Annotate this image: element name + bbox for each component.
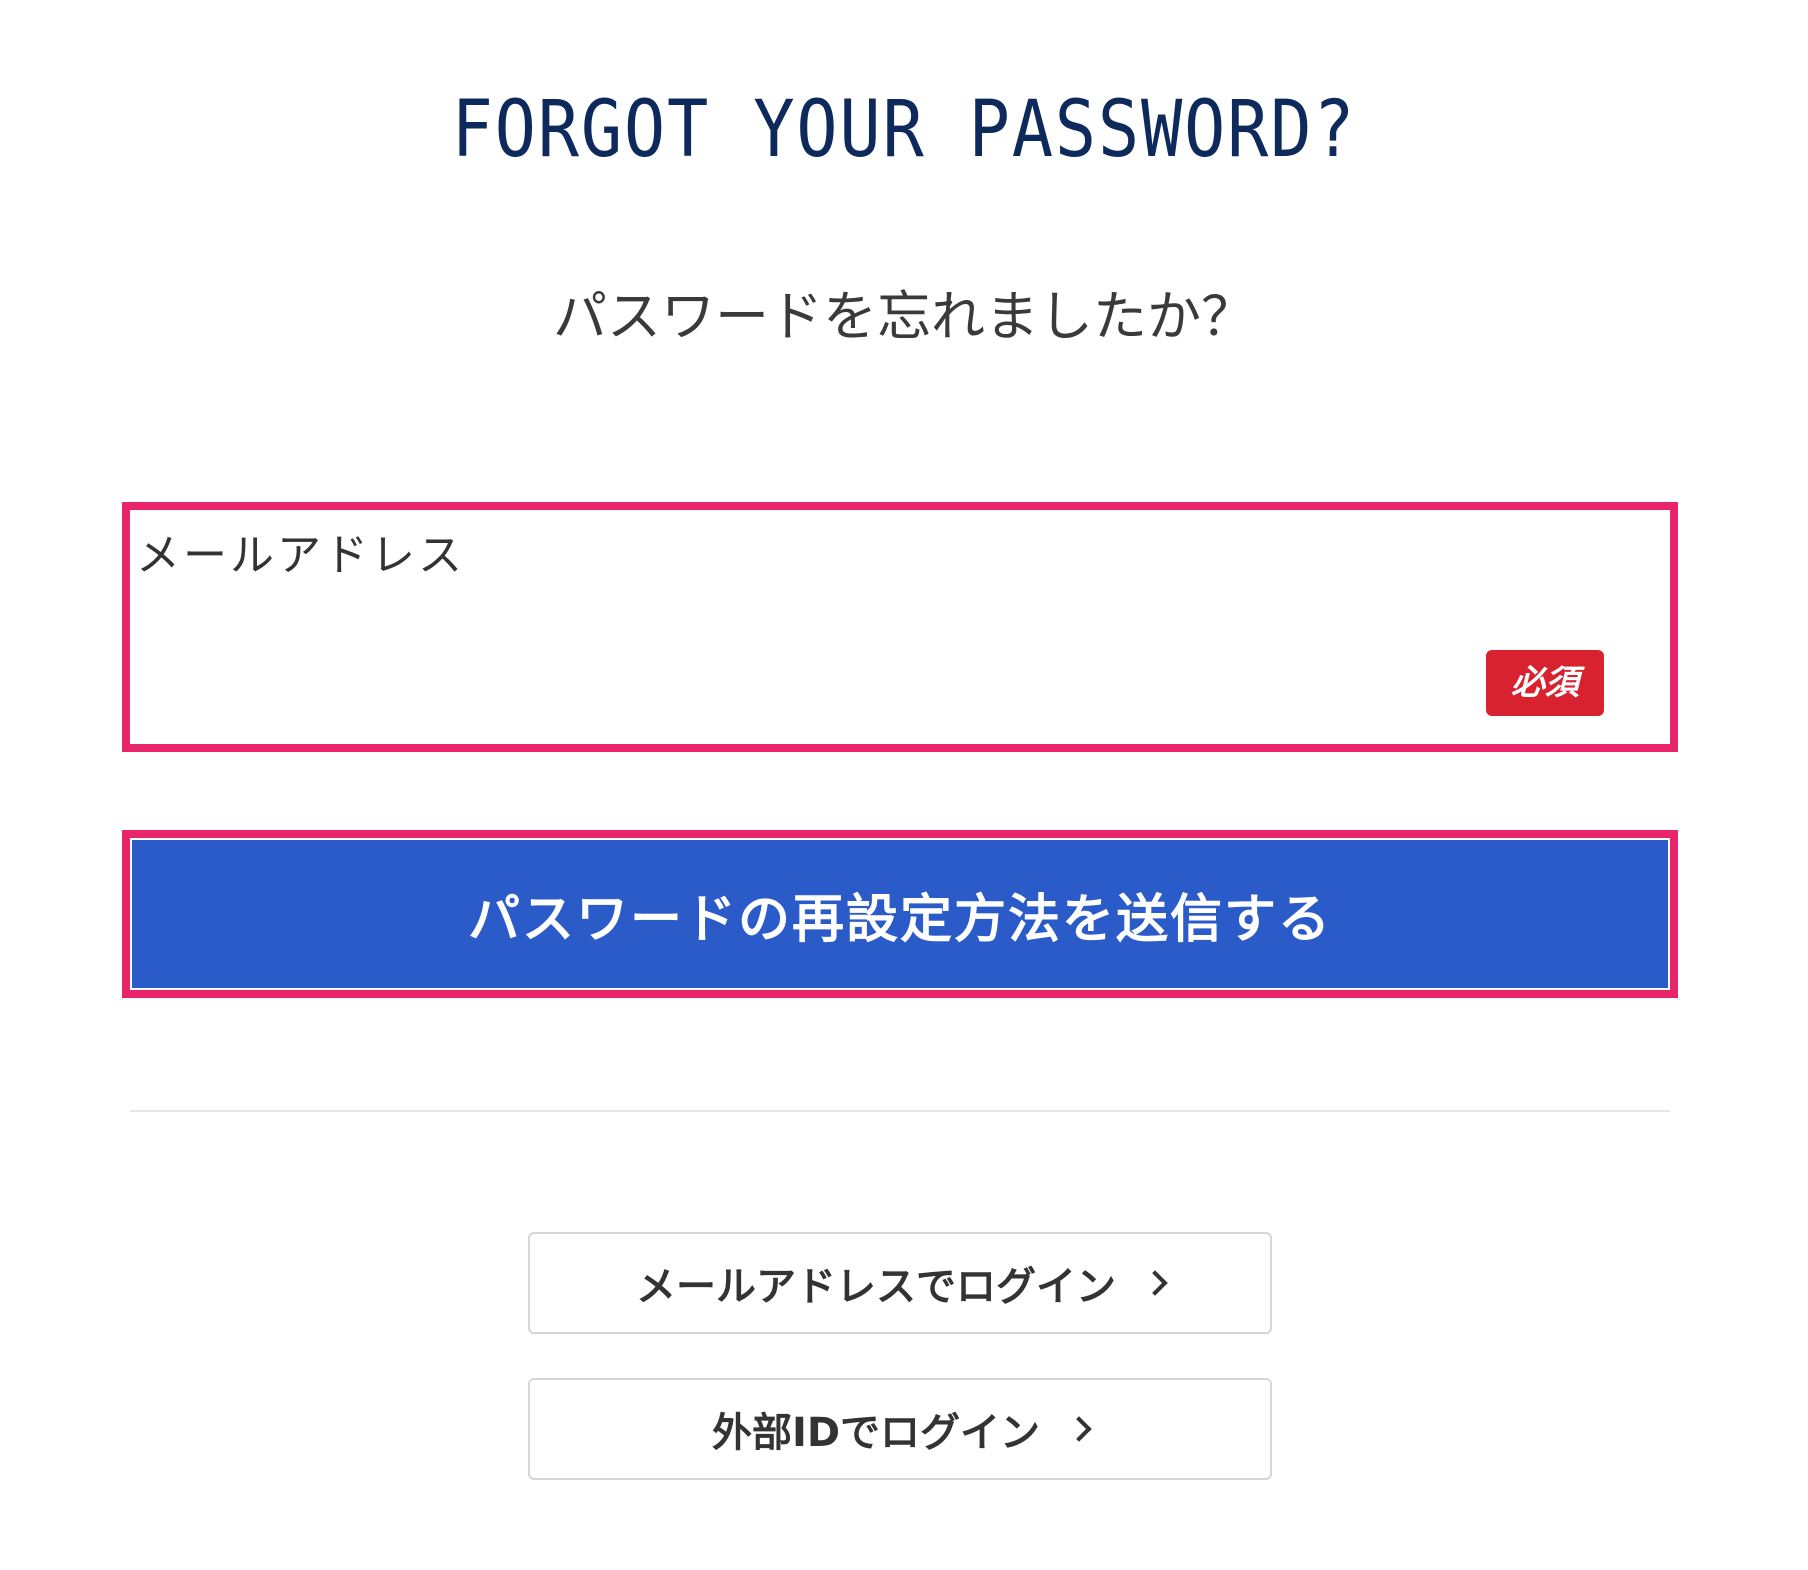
external-id-login-button[interactable]: 外部IDでログイン (528, 1378, 1272, 1480)
chevron-right-icon (1142, 1270, 1168, 1296)
page-title-en: FORGOT YOUR PASSWORD? (451, 85, 1357, 175)
forgot-password-page: FORGOT YOUR PASSWORD? パスワードを忘れましたか？ メールア… (0, 0, 1808, 1570)
send-reset-button[interactable]: パスワードの再設定方法を送信する (132, 840, 1668, 988)
email-input[interactable] (136, 620, 1440, 702)
divider (130, 1110, 1670, 1112)
required-badge: 必須 (1486, 650, 1604, 716)
submit-button-wrapper: パスワードの再設定方法を送信する (122, 830, 1678, 998)
page-title-jp: パスワードを忘れましたか？ (553, 285, 1255, 348)
email-field[interactable]: メールアドレス 必須 (122, 502, 1678, 752)
email-login-button[interactable]: メールアドレスでログイン (528, 1232, 1272, 1334)
chevron-right-icon (1066, 1416, 1092, 1442)
email-login-label: メールアドレスでログイン (636, 1264, 1116, 1310)
external-id-login-label: 外部IDでログイン (711, 1410, 1041, 1456)
email-label: メールアドレス (136, 530, 465, 581)
